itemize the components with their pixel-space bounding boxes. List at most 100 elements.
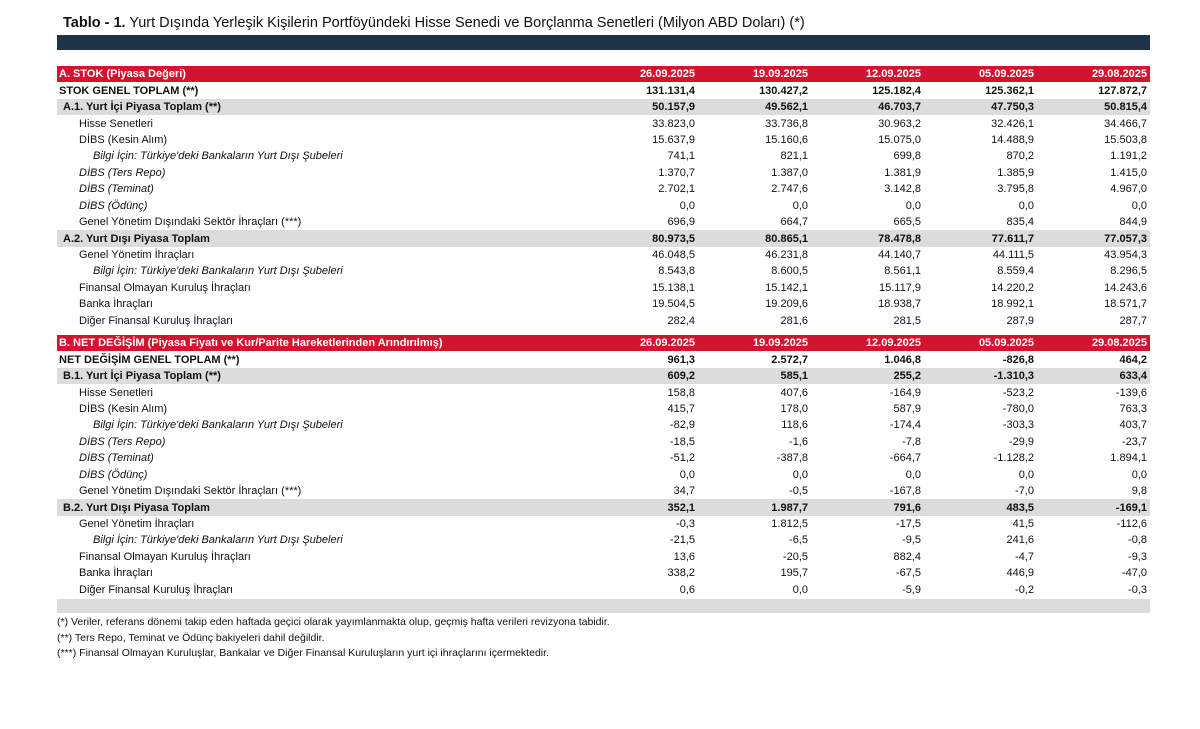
table-row: STOK GENEL TOPLAM (**) 131.131,4 130.427,2…: [57, 82, 1150, 98]
value-cell: 44.140,7: [878, 249, 921, 262]
value-cell: 609,2: [585, 367, 698, 385]
value-cell: 46.703,7: [811, 98, 924, 116]
date-column-header: 29.08.2025: [1037, 335, 1150, 352]
section-title: A. STOK (Piyasa Değeri): [57, 66, 585, 83]
value-cell: -0,2: [1015, 583, 1034, 596]
value-cell: 0,0: [905, 468, 921, 481]
value-cell: -112,6: [1116, 518, 1147, 531]
footnote: (***) Finansal Olmayan Kuruluşlar, Banka…: [57, 647, 549, 659]
value-cell: 125.362,1: [985, 84, 1034, 97]
value-cell: 791,6: [811, 499, 924, 516]
value-cell: -51,2: [669, 452, 695, 465]
value-cell: 80.973,5: [585, 230, 698, 247]
value-cell: 1.385,9: [997, 166, 1034, 179]
table-row: Diğer Finansal Kuruluş İhraçları 282,4 281…: [57, 313, 1150, 329]
value-cell: 4.967,0: [1110, 183, 1147, 196]
value-cell: 32.426,1: [991, 117, 1034, 130]
table-row: Genel Yönetim Dışındaki Sektör İhraçları…: [57, 214, 1150, 230]
row-label: Finansal Olmayan Kuruluş İhraçları: [79, 281, 251, 294]
value-cell: 2.572,7: [771, 353, 808, 366]
value-cell: 13,6: [673, 550, 695, 563]
value-cell: 8.559,4: [997, 265, 1034, 278]
value-cell: 30.963,2: [878, 117, 921, 130]
date-column-header: 29.08.2025: [1037, 66, 1150, 83]
value-cell: 19.209,6: [765, 298, 808, 311]
value-cell: 403,7: [1119, 419, 1147, 432]
value-cell: 9,8: [1131, 485, 1147, 498]
value-cell: 0,0: [792, 199, 808, 212]
row-label: Genel Yönetim Dışındaki Sektör İhraçları…: [79, 216, 302, 229]
table-bottom-bar: [57, 599, 1150, 613]
value-cell: -23,7: [1121, 435, 1147, 448]
table-row: DİBS (Ters Repo) -18,5 -1,6 -7,8 -29,9 -23,7: [57, 434, 1150, 450]
table-row: Hisse Senetleri 158,8 407,6 -164,9 -523,2 -13…: [57, 384, 1150, 400]
value-cell: 407,6: [780, 386, 808, 399]
table-row: DİBS (Kesin Alım) 415,7 178,0 587,9 -780,0 76…: [57, 401, 1150, 417]
table-row: Bilgi İçin: Türkiye'deki Bankaların Yurt…: [57, 417, 1150, 433]
date-column-header: 26.09.2025: [585, 66, 698, 83]
value-cell: 0,0: [792, 468, 808, 481]
value-cell: 287,7: [1119, 314, 1147, 327]
table-number: Tablo - 1.: [63, 15, 126, 31]
row-label: Diğer Finansal Kuruluş İhraçları: [79, 314, 234, 327]
row-label: Finansal Olmayan Kuruluş İhraçları: [79, 550, 251, 563]
table-row: Banka İhraçları 338,2 195,7 -67,5 446,9 -47,0: [57, 565, 1150, 581]
value-cell: -174,4: [889, 419, 921, 432]
value-cell: 8.600,5: [771, 265, 808, 278]
row-label: DİBS (Teminat): [79, 452, 154, 465]
value-cell: 1.381,9: [884, 166, 921, 179]
value-cell: 15.075,0: [878, 133, 921, 146]
value-cell: -18,5: [669, 435, 695, 448]
value-cell: 0,0: [905, 199, 921, 212]
value-cell: 1.987,7: [698, 499, 811, 516]
value-cell: 77.611,7: [924, 230, 1037, 247]
row-label: DİBS (Kesin Alım): [79, 402, 168, 415]
value-cell: 1.046,8: [884, 353, 921, 366]
value-cell: -6,5: [789, 534, 808, 547]
date-column-header: 19.09.2025: [698, 66, 811, 83]
value-cell: 0,0: [679, 468, 695, 481]
value-cell: -523,2: [1002, 386, 1034, 399]
value-cell: 80.865,1: [698, 230, 811, 247]
table-caption: Yurt Dışında Yerleşik Kişilerin Portföyü…: [125, 15, 805, 31]
value-cell: -664,7: [889, 452, 921, 465]
row-label: Diğer Finansal Kuruluş İhraçları: [79, 583, 234, 596]
value-cell: 699,8: [893, 150, 921, 163]
row-label: DİBS (Ödünç): [79, 199, 148, 212]
value-cell: 0,6: [679, 583, 695, 596]
value-cell: 14.220,2: [991, 281, 1034, 294]
row-label: Banka İhraçları: [79, 567, 153, 580]
value-cell: 18.571,7: [1104, 298, 1147, 311]
value-cell: 33.736,8: [765, 117, 808, 130]
table-row: Bilgi İçin: Türkiye'deki Bankaların Yurt…: [57, 148, 1150, 164]
value-cell: 0,0: [1131, 199, 1147, 212]
row-label: A.1. Yurt İçi Piyasa Toplam (**): [57, 98, 585, 116]
table-row: DİBS (Teminat) -51,2 -387,8 -664,7 -1.128,2 1…: [57, 450, 1150, 466]
table-body: A. STOK (Piyasa Değeri) 26.09.2025 19.09.2…: [57, 66, 1150, 598]
footnote: (*) Veriler, referans dönemi takip eden …: [57, 616, 610, 628]
value-cell: -7,0: [1015, 485, 1034, 498]
value-cell: 241,6: [1006, 534, 1034, 547]
value-cell: 15.503,8: [1104, 133, 1147, 146]
value-cell: 446,9: [1006, 567, 1034, 580]
value-cell: 34,7: [673, 485, 695, 498]
value-cell: 195,7: [780, 567, 808, 580]
value-cell: 587,9: [893, 402, 921, 415]
value-cell: 3.142,8: [884, 183, 921, 196]
value-cell: 131.131,4: [646, 84, 695, 97]
value-cell: 15.637,9: [652, 133, 695, 146]
value-cell: -169,1: [1037, 499, 1150, 516]
value-cell: 46.231,8: [765, 249, 808, 262]
footnotes: (*) Veriler, referans dönemi takip eden …: [57, 615, 610, 662]
table-row: Genel Yönetim İhraçları -0,3 1.812,5 -17,5 4…: [57, 516, 1150, 532]
value-cell: 130.427,2: [759, 84, 808, 97]
value-cell: 8.561,1: [884, 265, 921, 278]
row-label: Bilgi İçin: Türkiye'deki Bankaların Yurt…: [93, 265, 343, 278]
value-cell: 1.370,7: [658, 166, 695, 179]
row-label: Hisse Senetleri: [79, 117, 153, 130]
value-cell: 281,5: [893, 314, 921, 327]
date-column-header: 26.09.2025: [585, 335, 698, 352]
value-cell: 0,0: [679, 199, 695, 212]
value-cell: 664,7: [780, 216, 808, 229]
value-cell: -1,6: [789, 435, 808, 448]
